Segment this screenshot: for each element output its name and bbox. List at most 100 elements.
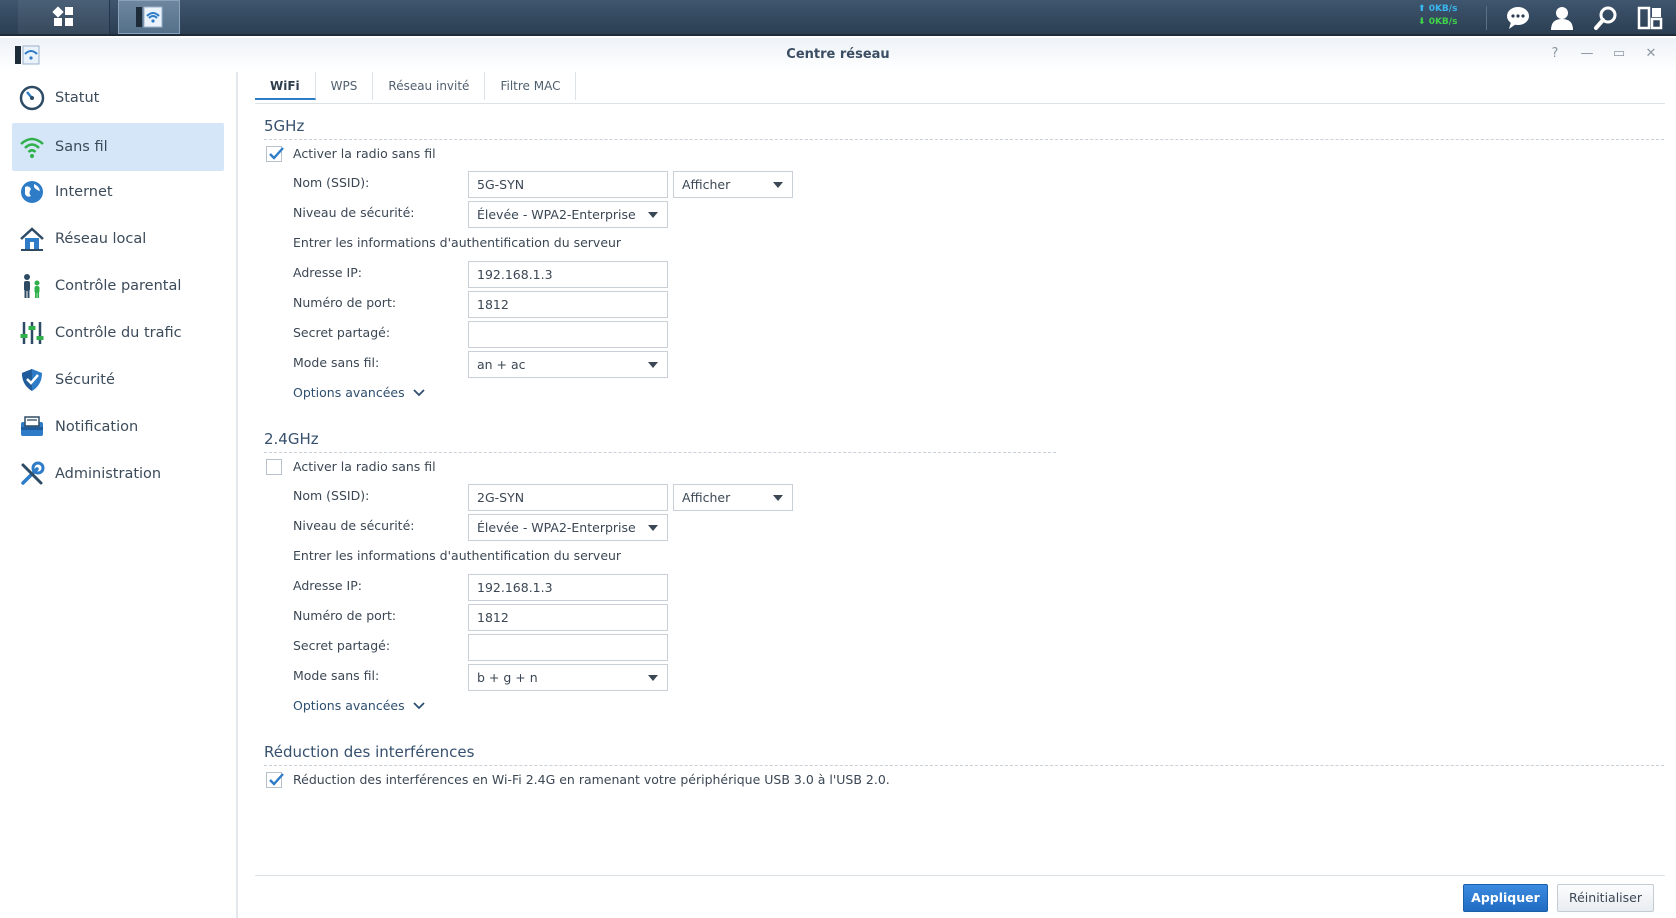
enable-radio-5ghz-label: Activer la radio sans fil (293, 146, 436, 161)
sidebar-item-sans-fil[interactable]: Sans fil (12, 123, 224, 171)
chat-bubble-icon[interactable] (1504, 4, 1532, 32)
enable-radio-24ghz-checkbox[interactable] (266, 459, 282, 475)
globe-icon (21, 181, 43, 203)
widgets-icon[interactable] (1636, 4, 1664, 32)
auth-info-24ghz: Entrer les informations d'authentificati… (293, 548, 622, 563)
ssid-24ghz-label: Nom (SSID): (293, 488, 370, 503)
upload-speed: 0KB/s (1428, 4, 1458, 14)
select-value: Élevée - WPA2-Enterprise (477, 520, 636, 535)
port-24ghz-label: Numéro de port: (293, 608, 397, 623)
sidebar-item-securite[interactable]: Sécurité (12, 356, 224, 404)
user-icon[interactable] (1548, 4, 1576, 32)
interference-reduction-label: Réduction des interférences en Wi-Fi 2.4… (293, 772, 890, 787)
ssid-24ghz-visibility-select[interactable]: Afficher (673, 484, 793, 511)
chevron-down-icon (648, 675, 658, 681)
checkmark-icon (269, 773, 284, 786)
advanced-options-label: Options avancées (293, 698, 405, 713)
download-speed: 0KB/s (1428, 17, 1458, 27)
port-5ghz-label: Numéro de port: (293, 295, 397, 310)
ssid-5ghz-visibility-select[interactable]: Afficher (673, 171, 793, 198)
sidebar-item-controle-parental[interactable]: Contrôle parental (12, 262, 224, 310)
grid-menu-icon (51, 6, 73, 26)
wifi-icon (20, 137, 44, 158)
tab-wps[interactable]: WPS (316, 72, 374, 100)
minimize-button[interactable]: — (1578, 45, 1596, 63)
sidebar-item-label: Contrôle du trafic (55, 325, 182, 341)
chevron-down-icon (773, 495, 783, 501)
gauge-icon (19, 85, 45, 111)
sidebar-item-internet[interactable]: Internet (12, 168, 224, 216)
secret-24ghz-input[interactable] (468, 634, 668, 661)
security-5ghz-select[interactable]: Élevée - WPA2-Enterprise (468, 201, 668, 228)
chevron-down-icon (648, 362, 658, 368)
upload-arrow-icon: ⬆ (1418, 4, 1426, 14)
select-value: Élevée - WPA2-Enterprise (477, 207, 636, 222)
ssid-5ghz-label: Nom (SSID): (293, 175, 370, 190)
maximize-button[interactable]: ▭ (1610, 45, 1628, 63)
ip-5ghz-input[interactable]: 192.168.1.3 (468, 261, 668, 288)
port-5ghz-input[interactable]: 1812 (468, 291, 668, 318)
chevron-down-icon (412, 701, 425, 709)
sliders-icon (20, 322, 44, 344)
chevron-down-icon (412, 388, 425, 396)
help-button[interactable]: ? (1546, 45, 1564, 63)
mode-24ghz-select[interactable]: b + g + n (468, 664, 668, 691)
mode-5ghz-label: Mode sans fil: (293, 355, 380, 370)
router-wifi-icon (136, 6, 163, 28)
close-button[interactable]: ✕ (1642, 45, 1660, 63)
tab-mac-filter[interactable]: Filtre MAC (485, 72, 577, 100)
apply-button[interactable]: Appliquer (1463, 884, 1548, 912)
main-menu-button[interactable] (18, 0, 110, 34)
security-24ghz-label: Niveau de sécurité: (293, 518, 415, 533)
secret-5ghz-label: Secret partagé: (293, 325, 391, 340)
sidebar-item-statut[interactable]: Statut (12, 74, 224, 122)
tools-icon (21, 461, 45, 485)
network-speed-indicator: ⬆ 0KB/s ⬇ 0KB/s (1418, 3, 1476, 29)
advanced-options-24ghz-toggle[interactable]: Options avancées (293, 698, 425, 713)
mode-5ghz-select[interactable]: an + ac (468, 351, 668, 378)
port-24ghz-input[interactable]: 1812 (468, 604, 668, 631)
mode-24ghz-label: Mode sans fil: (293, 668, 380, 683)
sidebar-item-label: Administration (55, 466, 162, 482)
checkmark-icon (269, 147, 284, 160)
sidebar-item-label: Internet (55, 184, 113, 200)
family-icon (24, 274, 40, 298)
taskbar-network-center-button[interactable] (118, 0, 180, 34)
chevron-down-icon (648, 212, 658, 218)
window-titlebar[interactable]: Centre réseau ? — ▭ ✕ (0, 38, 1676, 72)
ssid-24ghz-input[interactable]: 2G-SYN (468, 484, 668, 511)
section-title-24ghz: 2.4GHz (264, 430, 319, 448)
window-title: Centre réseau (786, 47, 890, 62)
sidebar-item-label: Sans fil (55, 139, 108, 155)
enable-radio-5ghz-checkbox[interactable] (266, 146, 284, 162)
sidebar-item-controle-trafic[interactable]: Contrôle du trafic (12, 309, 224, 357)
sidebar-item-administration[interactable]: Administration (12, 450, 224, 498)
tab-bar: WiFi WPS Réseau invité Filtre MAC (255, 72, 577, 104)
shield-icon (22, 369, 42, 391)
sidebar-item-notification[interactable]: Notification (12, 403, 224, 451)
secret-5ghz-input[interactable] (468, 321, 668, 348)
advanced-options-label: Options avancées (293, 385, 405, 400)
tab-divider (255, 103, 1665, 104)
sidebar-item-label: Sécurité (55, 372, 115, 388)
sidebar-item-reseau-local[interactable]: Réseau local (12, 215, 224, 263)
mailbox-icon (21, 416, 43, 436)
search-icon[interactable] (1592, 4, 1620, 32)
section-divider (264, 765, 1664, 766)
section-divider (264, 452, 1056, 453)
ip-5ghz-label: Adresse IP: (293, 265, 362, 280)
ssid-5ghz-input[interactable]: 5G-SYN (468, 171, 668, 198)
secret-24ghz-label: Secret partagé: (293, 638, 391, 653)
interference-reduction-checkbox[interactable] (266, 772, 284, 788)
sidebar-item-label: Statut (55, 90, 100, 106)
sidebar-item-label: Contrôle parental (55, 278, 182, 294)
ip-24ghz-input[interactable]: 192.168.1.3 (468, 574, 668, 601)
download-arrow-icon: ⬇ (1418, 17, 1426, 27)
security-24ghz-select[interactable]: Élevée - WPA2-Enterprise (468, 514, 668, 541)
tab-wifi[interactable]: WiFi (255, 72, 316, 100)
section-title-interference: Réduction des interférences (264, 743, 475, 761)
advanced-options-5ghz-toggle[interactable]: Options avancées (293, 385, 425, 400)
reset-button[interactable]: Réinitialiser (1557, 884, 1654, 912)
section-divider (264, 139, 1664, 140)
tab-guest-network[interactable]: Réseau invité (373, 72, 486, 100)
